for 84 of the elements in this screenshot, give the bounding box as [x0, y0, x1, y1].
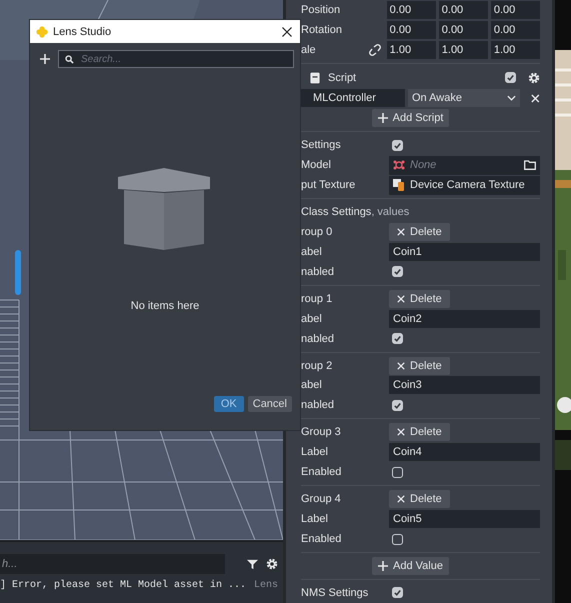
- field-label: abel: [301, 312, 323, 325]
- folder-icon[interactable]: [524, 160, 536, 170]
- log-message: ] Error, please set ML Model asset in ...: [0, 580, 246, 591]
- delete-button[interactable]: Delete: [389, 356, 450, 375]
- checkbox[interactable]: [392, 266, 403, 278]
- field-label: Position: [301, 4, 342, 16]
- x-icon: [397, 228, 405, 236]
- field-label: put Texture: [301, 179, 356, 191]
- x-icon: [397, 495, 405, 504]
- close-icon[interactable]: [282, 26, 292, 36]
- checkbox[interactable]: [392, 400, 403, 411]
- field-label: Enabled: [301, 533, 342, 546]
- asset-field[interactable]: None: [389, 156, 540, 175]
- section-title: Script: [328, 72, 356, 84]
- number-field[interactable]: 1.00: [490, 40, 540, 59]
- settings-icon[interactable]: [266, 558, 278, 570]
- field-label: Rotation: [301, 24, 343, 36]
- field-label: abel: [301, 379, 323, 392]
- script-field[interactable]: MLController: [301, 89, 405, 108]
- window-title: Lens Studio: [53, 26, 112, 38]
- checkbox[interactable]: [505, 72, 516, 84]
- delete-button[interactable]: Delete: [389, 423, 450, 442]
- search-field[interactable]: h...: [0, 554, 225, 574]
- field-label: Label: [301, 513, 329, 526]
- checkbox[interactable]: [392, 140, 403, 151]
- delete-button[interactable]: Delete: [389, 222, 450, 241]
- group-title: roup 0: [301, 226, 334, 238]
- group-title: Group 4: [301, 493, 342, 506]
- filter-icon[interactable]: [247, 558, 258, 570]
- checkbox[interactable]: [392, 333, 403, 344]
- checkbox[interactable]: [392, 534, 403, 545]
- group-title: roup 2: [301, 360, 334, 372]
- plus-icon: [378, 113, 388, 124]
- field-label: abel: [301, 246, 323, 258]
- number-field[interactable]: 0.00: [490, 0, 540, 19]
- add-icon[interactable]: [40, 54, 50, 64]
- checkbox[interactable]: [392, 587, 403, 598]
- add-script-button[interactable]: Add Script: [372, 109, 450, 128]
- text-field[interactable]: Coin3: [389, 376, 540, 394]
- x-icon: [397, 428, 405, 436]
- number-field[interactable]: 0.00: [438, 0, 488, 19]
- text-field[interactable]: Coin2: [389, 310, 540, 328]
- group-title: roup 1: [301, 292, 334, 305]
- plus-icon: [378, 561, 388, 572]
- field-label: Model: [301, 159, 332, 172]
- link-icon[interactable]: [368, 44, 381, 56]
- search-icon: [65, 55, 74, 64]
- number-field[interactable]: 1.00: [438, 40, 488, 59]
- number-field[interactable]: 0.00: [490, 20, 540, 39]
- box-icon: [118, 168, 210, 250]
- field-label: nabled: [301, 399, 336, 412]
- number-field[interactable]: 0.00: [386, 20, 436, 39]
- field-label: Settings: [301, 139, 342, 152]
- x-icon: [397, 294, 405, 303]
- caret-icon: [507, 95, 516, 102]
- text-field[interactable]: Coin1: [389, 242, 540, 261]
- field-label: NMS Settings: [301, 586, 370, 599]
- event-dropdown[interactable]: On Awake: [408, 89, 520, 108]
- script-icon: [310, 72, 320, 84]
- section-title: Class Settings, values: [301, 206, 410, 218]
- field-label: ale: [301, 44, 317, 56]
- field-label: Enabled: [301, 466, 342, 478]
- cancel-button[interactable]: Cancel: [248, 396, 292, 412]
- field-label: nabled: [301, 332, 336, 345]
- field-label: nabled: [301, 266, 336, 278]
- x-icon: [397, 362, 405, 370]
- asset-field[interactable]: Device Camera Texture: [389, 176, 540, 194]
- number-field[interactable]: 1.00: [386, 40, 436, 59]
- group-title: Group 3: [301, 426, 342, 438]
- network-icon: [393, 159, 405, 172]
- number-field[interactable]: 0.00: [386, 0, 436, 19]
- search-field[interactable]: Search...: [58, 50, 294, 68]
- add-value-button[interactable]: Add Value: [372, 557, 449, 576]
- field-label: Label: [301, 446, 329, 458]
- flower-icon: [36, 26, 48, 38]
- log-source: Lens: [254, 580, 278, 591]
- delete-button[interactable]: Delete: [389, 490, 450, 508]
- text-field[interactable]: Coin5: [389, 510, 540, 528]
- text-field[interactable]: Coin4: [389, 443, 540, 462]
- number-field[interactable]: 0.00: [438, 20, 488, 39]
- delete-button[interactable]: Delete: [389, 290, 450, 308]
- settings-icon[interactable]: [528, 72, 540, 84]
- empty-message: No items here: [130, 300, 200, 312]
- checkbox[interactable]: [392, 466, 403, 478]
